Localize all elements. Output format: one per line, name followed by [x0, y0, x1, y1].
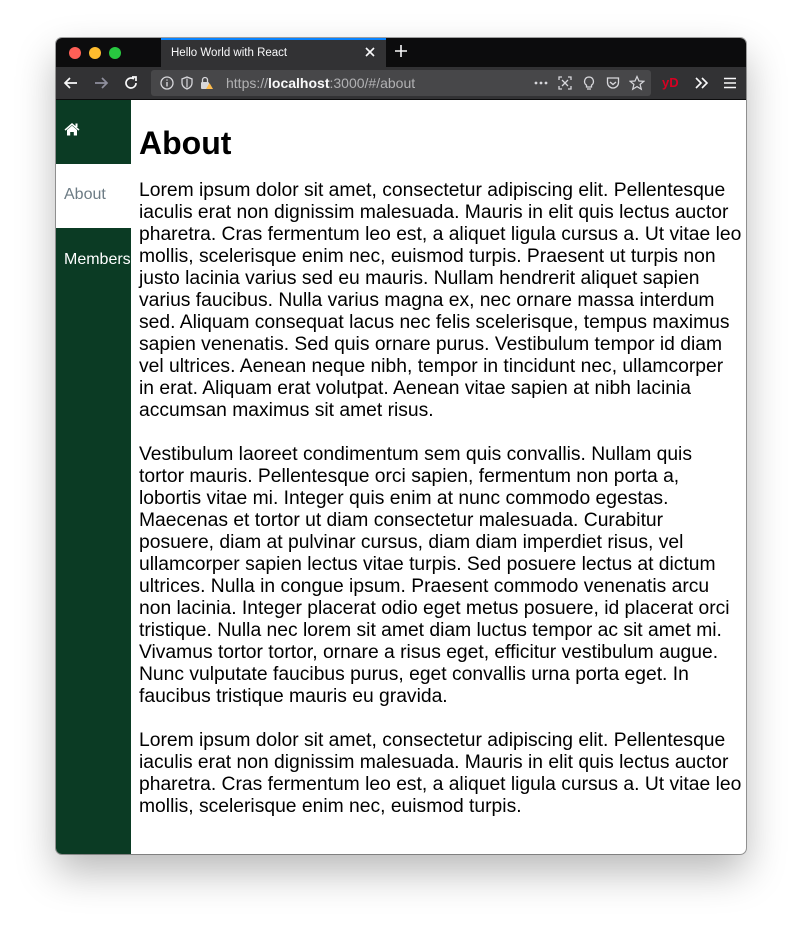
- overflow-chevron-icon[interactable]: [693, 74, 711, 92]
- back-icon[interactable]: [62, 74, 80, 92]
- forward-icon[interactable]: [92, 74, 110, 92]
- navigation-toolbar: https://localhost:3000/#/about yD: [56, 67, 746, 100]
- minimize-window-button[interactable]: [89, 47, 101, 59]
- hamburger-menu-icon[interactable]: [721, 74, 739, 92]
- sidebar-item-label: About: [64, 186, 106, 203]
- page-title: About: [139, 125, 232, 161]
- bookmark-star-icon[interactable]: [629, 75, 645, 91]
- extension-badge[interactable]: yD: [662, 75, 679, 90]
- sidebar-nav: About Members: [56, 100, 131, 854]
- home-icon: [64, 123, 80, 136]
- shield-icon[interactable]: [179, 75, 195, 91]
- info-icon[interactable]: [159, 75, 175, 91]
- address-bar[interactable]: https://localhost:3000/#/about: [151, 70, 651, 96]
- body-paragraph: Lorem ipsum dolor sit amet, consectetur …: [139, 180, 742, 421]
- url-text[interactable]: https://localhost:3000/#/about: [226, 75, 415, 91]
- active-tab[interactable]: Hello World with React: [161, 38, 386, 67]
- sidebar-item-members[interactable]: Members: [56, 228, 131, 292]
- title-bar: Hello World with React: [56, 38, 746, 67]
- insecure-lock-icon[interactable]: [198, 75, 214, 91]
- zoom-window-button[interactable]: [109, 47, 121, 59]
- body-paragraph: Vestibulum laoreet condimentum sem quis …: [139, 444, 730, 707]
- tab-title: Hello World with React: [171, 47, 288, 59]
- page-actions-icon[interactable]: [533, 75, 549, 91]
- sidebar-item-home[interactable]: [56, 100, 131, 164]
- lightbulb-icon[interactable]: [581, 75, 597, 91]
- new-tab-icon[interactable]: [393, 43, 409, 59]
- sidebar-item-label: Members: [64, 251, 131, 268]
- reload-icon[interactable]: [122, 74, 140, 92]
- sidebar-item-about[interactable]: About: [56, 164, 131, 228]
- body-paragraph: Lorem ipsum dolor sit amet, consectetur …: [139, 730, 742, 817]
- browser-window: Hello World with React https://localhost…: [56, 38, 746, 854]
- pocket-icon[interactable]: [605, 75, 621, 91]
- close-tab-icon[interactable]: [363, 45, 377, 59]
- close-window-button[interactable]: [69, 47, 81, 59]
- main-content: About Lorem ipsum dolor sit amet, consec…: [131, 100, 746, 854]
- screenshot-icon[interactable]: [557, 75, 573, 91]
